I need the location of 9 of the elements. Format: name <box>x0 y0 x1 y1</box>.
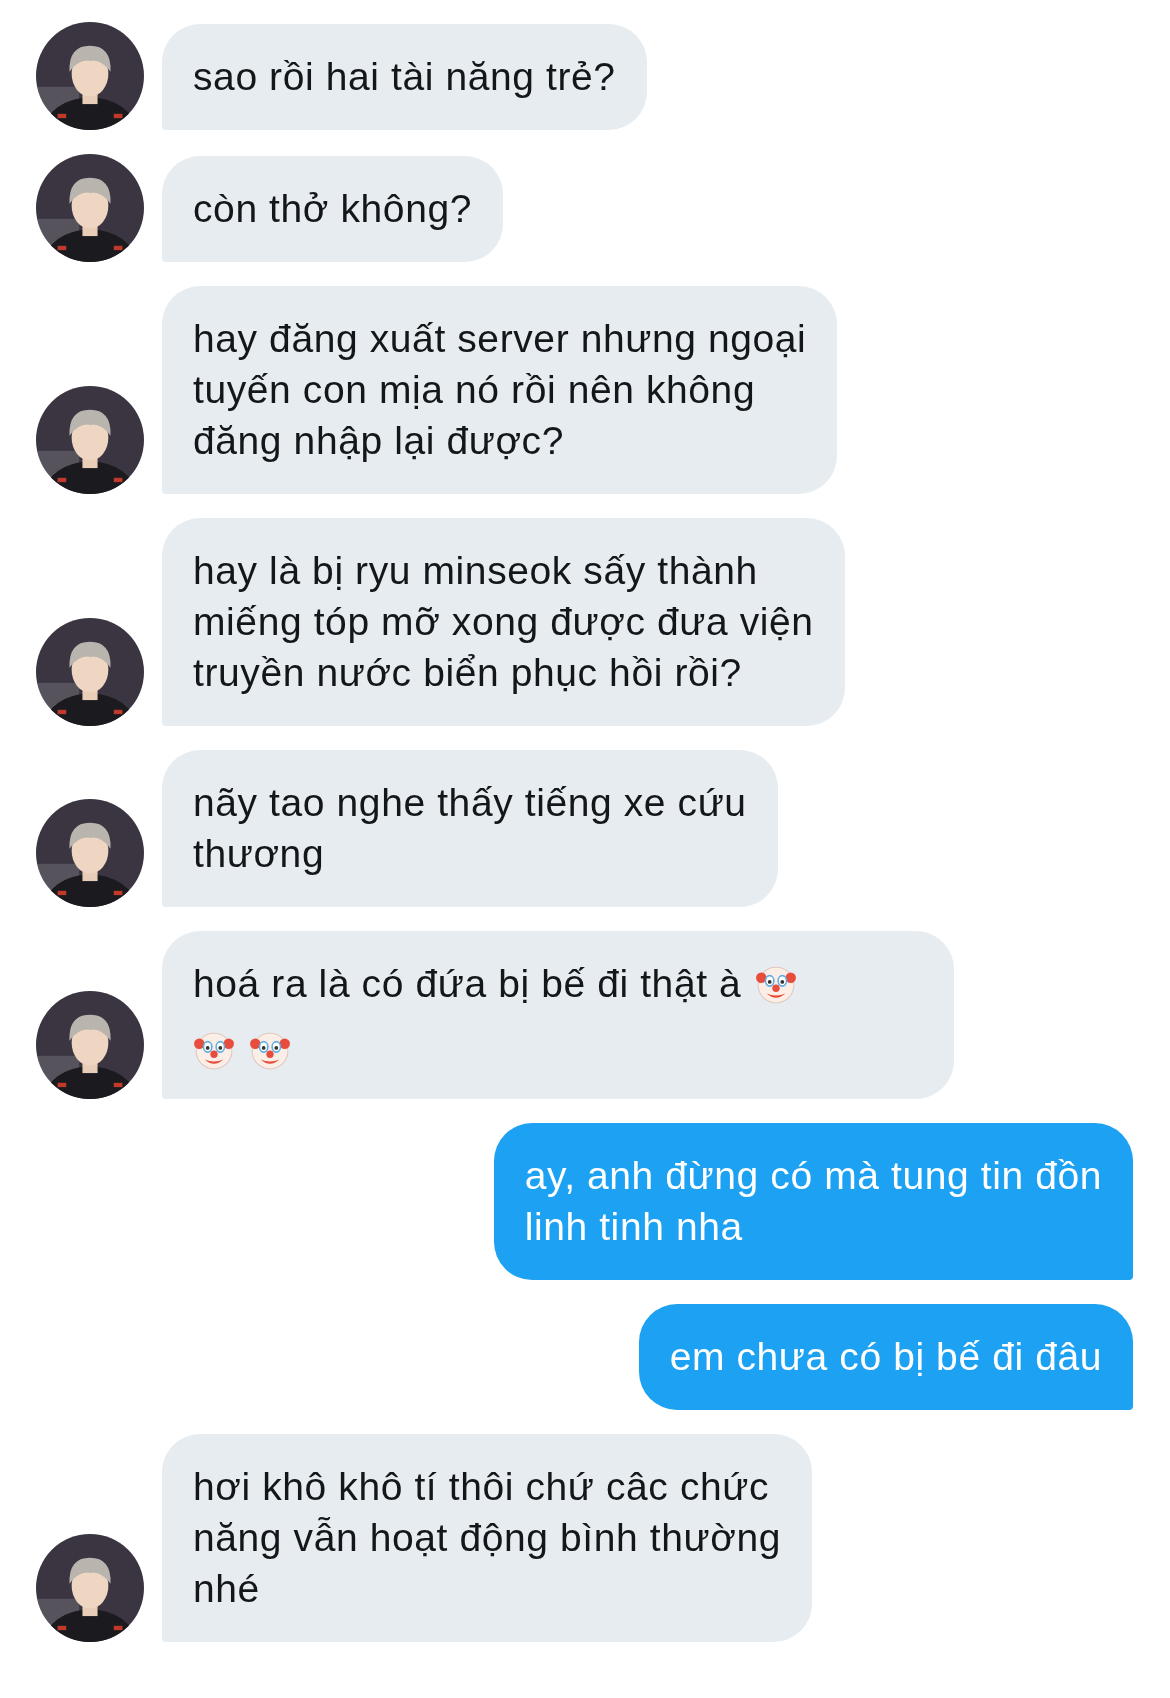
message-text: sao rồi hai tài năng trẻ? <box>193 54 616 100</box>
message-text: hoá ra là có đứa bị bế đi thật à <box>193 961 742 1007</box>
message-text: nãy tao nghe thấy tiếng xe cứu thương <box>193 780 747 877</box>
message-text: hay là bị ryu minseok sấy thành miếng tóp mỡ xong được đưa viện truyền nước biển phục hồi rồi? <box>193 548 814 696</box>
message-text: còn thở không? <box>193 186 472 232</box>
message-text: em chưa có bị bế đi đâu <box>669 1334 1102 1380</box>
message-text: hay đăng xuất server nhưng ngoại tuyến con mịa nó rồi nên không đăng nhập lại được? <box>193 316 807 464</box>
message-text: ay, anh đừng có mà tung tin đồn linh tinh nha <box>524 1153 1102 1250</box>
message-text: hơi khô khô tí thôi chứ câc chức năng vẫn hoạt động bình thường nhé <box>193 1464 781 1612</box>
